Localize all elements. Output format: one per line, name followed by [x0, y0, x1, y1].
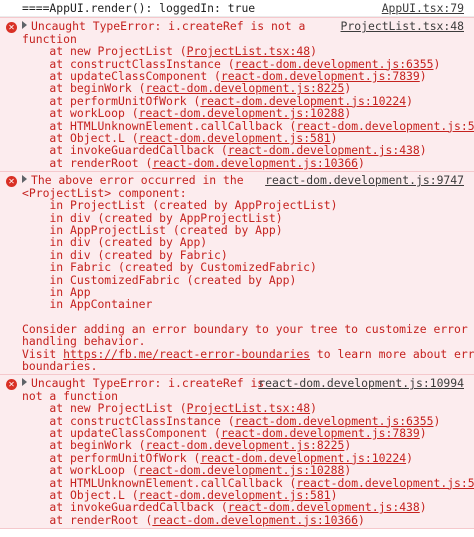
- console-log-row: ====AppUI.render(): loggedIn: true AppUI…: [0, 0, 474, 18]
- frame-prefix: at: [22, 512, 71, 527]
- console-panel: ====AppUI.render(): loggedIn: true AppUI…: [0, 0, 474, 530]
- error-boundaries-link[interactable]: https://fb.me/react-error-boundaries: [63, 347, 310, 361]
- stack-frame: at renderRoot (react-dom.development.js:…: [22, 512, 365, 527]
- expand-caret-icon[interactable]: [22, 21, 27, 30]
- error-source-link[interactable]: react-dom.development.js:9747: [265, 174, 464, 187]
- console-error-row: ✕ The above error occurred in the <Proje…: [0, 172, 474, 376]
- error-x-icon: ✕: [6, 176, 17, 188]
- error-x-icon: ✕: [6, 22, 17, 34]
- visit-line-end: boundaries.: [22, 358, 98, 373]
- frame-prefix: at: [22, 155, 71, 170]
- stack-trace: at new ProjectList (ProjectList.tsx:48) …: [22, 45, 474, 170]
- frame-function: renderRoot: [70, 155, 139, 170]
- console-error-row: ✕ Uncaught TypeError: i.createRef is not…: [0, 17, 474, 173]
- frame-source-link[interactable]: react-dom.development.js:10366: [152, 156, 358, 170]
- component-stack: in ProjectList (created by AppProjectLis…: [22, 199, 466, 311]
- frame-source-link[interactable]: react-dom.development.js:10366: [152, 513, 358, 527]
- error-source-link[interactable]: ProjectList.tsx:48: [341, 20, 464, 33]
- stack-frame: at renderRoot (react-dom.development.js:…: [22, 155, 365, 170]
- console-error-row: ✕ Uncaught TypeError: i.createRef is not…: [0, 375, 474, 530]
- expand-caret-icon[interactable]: [22, 378, 27, 387]
- frame-function: renderRoot: [70, 512, 139, 527]
- stack-trace: at new ProjectList (ProjectList.tsx:48) …: [22, 402, 474, 527]
- error-x-icon: ✕: [6, 379, 17, 391]
- expand-caret-icon[interactable]: [22, 175, 27, 184]
- component-stack-line: in AppContainer: [49, 297, 153, 312]
- error-source-link[interactable]: react-dom.development.js:10994: [258, 377, 464, 390]
- log-source-link[interactable]: AppUI.tsx:79: [382, 2, 464, 15]
